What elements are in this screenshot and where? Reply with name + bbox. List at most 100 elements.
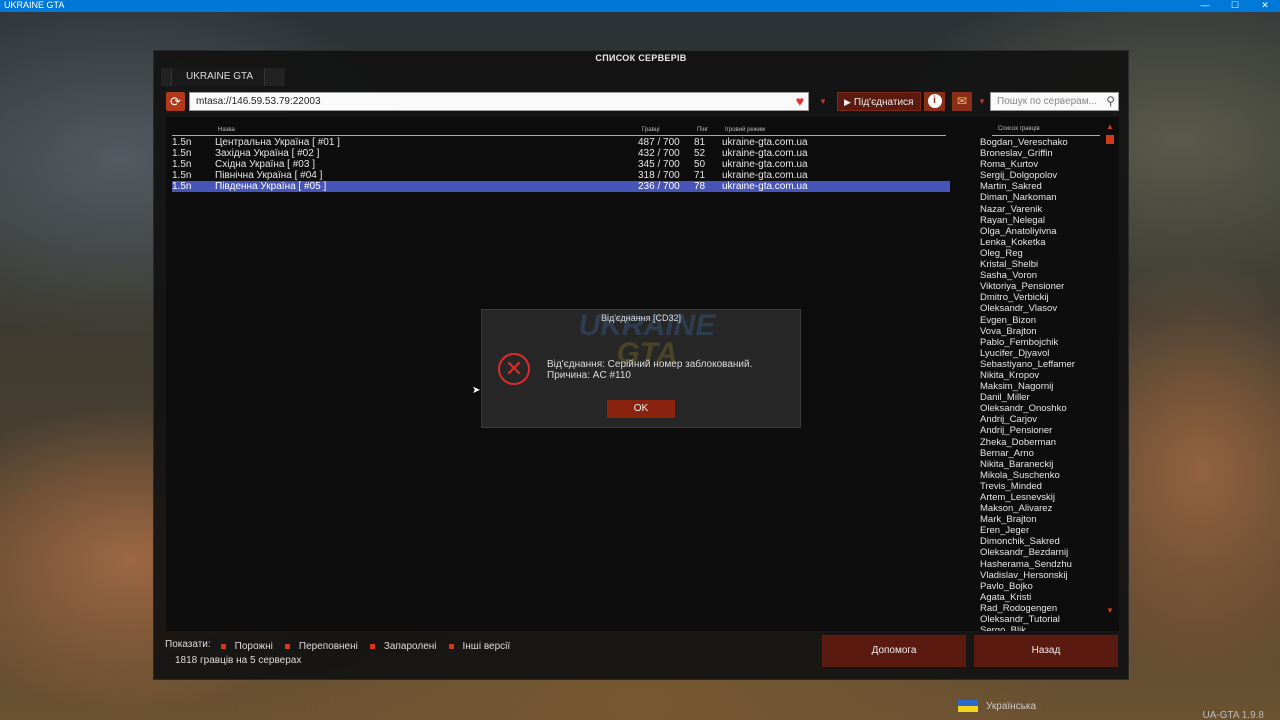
list-item[interactable]: Sergij_Dolgopolov bbox=[980, 170, 1100, 181]
list-item[interactable]: Oleksandr_Tutorial bbox=[980, 614, 1100, 625]
search-input[interactable]: Пошук по серверам... ⚲ bbox=[990, 92, 1119, 111]
close-button[interactable]: ✕ bbox=[1250, 0, 1280, 12]
filter-empty[interactable]: Порожні bbox=[220, 639, 273, 653]
list-item[interactable]: Andrij_Pensioner bbox=[980, 425, 1100, 436]
help-button[interactable]: Допомога bbox=[822, 635, 966, 667]
favorites-button[interactable]: ✉ bbox=[952, 92, 972, 111]
list-item[interactable]: Mikola_Suschenko bbox=[980, 470, 1100, 481]
list-item[interactable]: Danil_Miller bbox=[980, 392, 1100, 403]
address-input[interactable]: mtasa://146.59.53.79:22003 ♥ bbox=[189, 92, 809, 111]
list-item[interactable]: Oleg_Reg bbox=[980, 248, 1100, 259]
scroll-down-icon[interactable]: ▼ bbox=[1105, 606, 1115, 616]
list-item[interactable]: Sergo_Blik bbox=[980, 625, 1100, 631]
list-item[interactable]: Andrij_Carjov bbox=[980, 414, 1100, 425]
tab-ukraine-gta[interactable]: UKRAINE GTA bbox=[171, 68, 265, 86]
player-list-header: Список гравців bbox=[992, 126, 1100, 136]
server-version: 1.5n bbox=[172, 148, 192, 159]
version-label: UA-GTA 1.9.8 bbox=[1202, 710, 1264, 720]
table-row[interactable]: 1.5n Східна Україна [ #03 ] 345 / 700 50 ukr… bbox=[172, 159, 950, 170]
list-item[interactable]: Oleksandr_Vlasov bbox=[980, 303, 1100, 314]
list-item[interactable]: Hasherama_Sendzhu bbox=[980, 559, 1100, 570]
language-selector[interactable]: Українська bbox=[958, 700, 1036, 712]
filter-full[interactable]: Переповнені bbox=[284, 639, 358, 653]
refresh-button[interactable]: ⟳ bbox=[166, 92, 185, 111]
list-item[interactable]: Broneslav_Griffin bbox=[980, 148, 1100, 159]
maximize-button[interactable]: ☐ bbox=[1220, 0, 1250, 12]
favorites-dropdown-icon[interactable]: ▼ bbox=[978, 97, 986, 106]
back-button[interactable]: Назад bbox=[974, 635, 1118, 667]
filter-other-versions[interactable]: Інші версії bbox=[448, 639, 510, 653]
list-item[interactable]: Rayan_Nelegal bbox=[980, 215, 1100, 226]
list-item[interactable]: Evgen_Bizon bbox=[980, 315, 1100, 326]
list-item[interactable]: Nikita_Baraneckij bbox=[980, 459, 1100, 470]
connect-button[interactable]: ▶ Під'єднатися bbox=[837, 92, 921, 111]
list-item[interactable]: Sebastiyano_Leffamer bbox=[980, 359, 1100, 370]
list-item[interactable]: Maksim_Nagornij bbox=[980, 381, 1100, 392]
filter-locked[interactable]: Запаролені bbox=[369, 639, 437, 653]
list-item[interactable]: Eren_Jeger bbox=[980, 525, 1100, 536]
list-item[interactable]: Dmitro_Verbickij bbox=[980, 292, 1100, 303]
list-item[interactable]: Bernar_Arno bbox=[980, 448, 1100, 459]
filter-label: Запаролені bbox=[383, 640, 437, 652]
info-button[interactable]: i bbox=[924, 92, 945, 111]
os-titlebar: UKRAINE GTA — ☐ ✕ bbox=[0, 0, 1280, 12]
server-mode: ukraine-gta.com.ua bbox=[722, 137, 808, 148]
server-name: Західна Україна [ #02 ] bbox=[215, 148, 320, 159]
dialog-message: Від'єднання: Серійний номер заблокований… bbox=[547, 359, 752, 381]
mouse-cursor-icon: ➤ bbox=[472, 385, 481, 396]
filter-label: Порожні bbox=[234, 640, 273, 652]
table-row[interactable]: 1.5n Центральна Україна [ #01 ] 487 / 700 8… bbox=[172, 137, 950, 148]
scroll-up-icon[interactable]: ▲ bbox=[1105, 122, 1115, 132]
ok-button[interactable]: OK bbox=[607, 400, 675, 418]
list-item[interactable]: Zheka_Doberman bbox=[980, 437, 1100, 448]
list-item[interactable]: Nazar_Varenik bbox=[980, 204, 1100, 215]
dialog-title: Від'єднання [CD32] bbox=[600, 313, 682, 323]
list-item[interactable]: Sasha_Voron bbox=[980, 270, 1100, 281]
list-item[interactable]: Oleksandr_Bezdarnij bbox=[980, 547, 1100, 558]
address-dropdown-icon[interactable]: ▼ bbox=[819, 97, 827, 106]
search-icon[interactable]: ⚲ bbox=[1106, 93, 1115, 110]
list-item[interactable]: Pavlo_Bojko bbox=[980, 581, 1100, 592]
list-item[interactable]: Vladislav_Hersonskij bbox=[980, 570, 1100, 581]
list-item[interactable]: Oleksandr_Onoshko bbox=[980, 403, 1100, 414]
list-item[interactable]: Makson_Alivarez bbox=[980, 503, 1100, 514]
list-item[interactable]: Roma_Kurtov bbox=[980, 159, 1100, 170]
list-item[interactable]: Lyucifer_Djyavol bbox=[980, 348, 1100, 359]
checkbox-icon[interactable] bbox=[220, 643, 226, 649]
heart-icon[interactable]: ♥ bbox=[796, 93, 804, 110]
list-item[interactable]: Vova_Brajton bbox=[980, 326, 1100, 337]
list-item[interactable]: Mark_Brajton bbox=[980, 514, 1100, 525]
list-item[interactable]: Artem_Lesnevskij bbox=[980, 492, 1100, 503]
table-row[interactable]: 1.5n Західна Україна [ #02 ] 432 / 700 52 uk… bbox=[172, 148, 950, 159]
server-version: 1.5n bbox=[172, 170, 192, 181]
list-item[interactable]: Lenka_Koketka bbox=[980, 237, 1100, 248]
filters-bar: Показати: Порожні Переповнені Запаролені… bbox=[165, 639, 522, 653]
list-item[interactable]: Pablo_Fembojchik bbox=[980, 337, 1100, 348]
column-ping[interactable]: Пінг bbox=[697, 127, 708, 133]
checkbox-icon[interactable] bbox=[284, 643, 290, 649]
table-row[interactable]: 1.5n Північна Україна [ #04 ] 318 / 700 71 u… bbox=[172, 170, 950, 181]
player-list: Bogdan_Vereschako Broneslav_Griffin Roma_K… bbox=[980, 137, 1100, 631]
list-item[interactable]: Dimonchik_Sakred bbox=[980, 536, 1100, 547]
column-name[interactable]: Назва bbox=[218, 127, 235, 133]
list-item[interactable]: Martin_Sakred bbox=[980, 181, 1100, 192]
checkbox-icon[interactable] bbox=[369, 643, 375, 649]
list-item[interactable]: Nikita_Kropov bbox=[980, 370, 1100, 381]
list-item[interactable]: Trevis_Minded bbox=[980, 481, 1100, 492]
list-item[interactable]: Olga_Anatoliyivna bbox=[980, 226, 1100, 237]
list-item[interactable]: Rad_Rodogengen bbox=[980, 603, 1100, 614]
list-item[interactable]: Bogdan_Vereschako bbox=[980, 137, 1100, 148]
scrollbar-thumb[interactable] bbox=[1106, 135, 1114, 144]
disconnect-dialog: UKRAINE GTA Від'єднання [CD32] ✕ Від'єдн… bbox=[481, 309, 801, 428]
server-mode: ukraine-gta.com.ua bbox=[722, 170, 808, 181]
list-item[interactable]: Agata_Kristi bbox=[980, 592, 1100, 603]
list-item[interactable]: Diman_Narkoman bbox=[980, 192, 1100, 203]
list-item[interactable]: Kristal_Shelbi bbox=[980, 259, 1100, 270]
column-mode[interactable]: Ігровий режим bbox=[725, 127, 765, 133]
list-item[interactable]: Viktoriya_Pensioner bbox=[980, 281, 1100, 292]
column-players[interactable]: Гравці bbox=[642, 127, 660, 133]
minimize-button[interactable]: — bbox=[1190, 0, 1220, 12]
server-mode: ukraine-gta.com.ua bbox=[722, 159, 808, 170]
table-row[interactable]: 1.5n Південна Україна [ #05 ] 236 / 700 78 u… bbox=[172, 181, 950, 192]
checkbox-icon[interactable] bbox=[448, 643, 454, 649]
